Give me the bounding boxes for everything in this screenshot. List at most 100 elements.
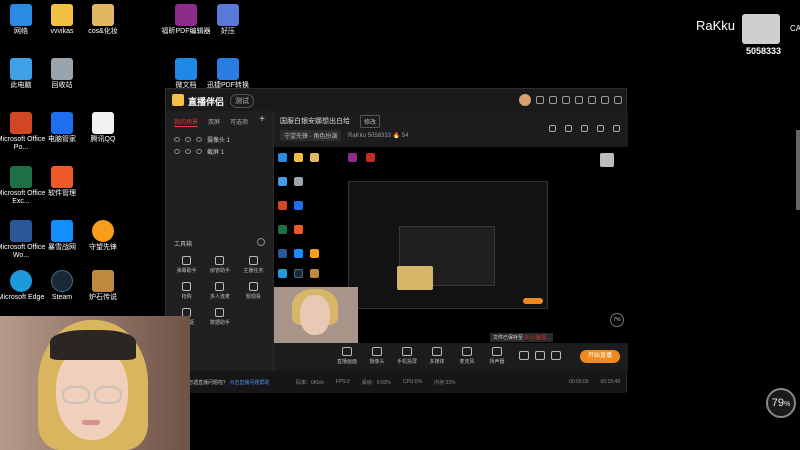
tool-label: 主播任务 [243,268,264,274]
desktop-icon-label: 软件管理 [48,190,76,197]
tab-dual-screen[interactable]: 双屏 [208,117,220,127]
view-button[interactable] [534,351,546,362]
bell-icon[interactable] [597,125,604,132]
preview-desktop-icon [294,153,303,162]
desktop-icon-pdf-convert[interactable]: 迅捷PDF转换 [203,58,253,90]
save-tooltip: 文件已保存至 D:\斗鱼视... [490,333,553,342]
settings-button[interactable] [550,351,562,362]
eye-icon[interactable] [174,148,180,154]
desktop-icon-software-manager[interactable]: 软件管理 [37,166,87,198]
tool-label: 房管助手 [209,268,230,274]
room-header: 国服白银安娜想出白给 修改 守望先锋 · 角色扮演 RaKku 5058333 … [274,111,628,147]
lock-icon[interactable] [565,125,572,132]
scene-item-screenshot[interactable]: 截屏 1 [166,145,273,157]
computer-icon [10,58,32,80]
network-icon [10,4,32,26]
desktop-icon-qq[interactable]: 腾讯QQ [78,112,128,144]
settings-icon[interactable] [562,96,570,104]
save-tip-path[interactable]: D:\斗鱼视... [524,335,550,341]
tool-anchor-tasks[interactable]: 主播任务 [237,256,270,274]
pdf-convert-icon [217,58,239,80]
phone-icon [402,347,412,356]
eye-icon[interactable] [174,136,180,142]
desktop-icon-overwatch[interactable]: 守望先锋 [78,220,128,252]
help-link[interactable]: 点击直播问题帮助 [229,380,269,386]
lock-icon[interactable] [185,136,191,142]
stat-memory: 内存:33% [434,380,456,386]
stat-fps: FPS:0 [335,379,350,385]
percent-sign: % [784,401,791,408]
tool-watch[interactable]: 题观看 [237,282,270,300]
archive-icon [217,4,239,26]
share-icon[interactable] [613,125,620,132]
preview-desktop-icon [348,153,357,162]
powerpoint-icon [10,112,32,134]
desktop-icon-cos[interactable]: cos&化妆 [78,4,128,36]
nested-start-button [523,298,543,304]
start-live-button[interactable]: 开始直播 [580,350,620,363]
anchor-name: RaKku [348,133,367,139]
lock-icon[interactable] [185,148,191,154]
tab-my-scenes[interactable]: 我的场景 [174,117,199,127]
stream-preview[interactable]: 7% [274,147,628,343]
app-name: 直播伴侣 [188,97,225,107]
add-scene-button[interactable]: + [259,115,265,127]
scene-item-camera[interactable]: 摄像头 1 [166,133,273,145]
info-icon[interactable] [257,238,265,246]
stream-timers: 00:00:00 00:16:48 [569,379,620,385]
monitor-icon [342,347,352,356]
tool-danmu-helper[interactable]: 弹幕助手 [170,256,203,274]
desktop-icon-recycle-bin[interactable]: 回收站 [37,58,87,90]
douyu-logo-icon [742,14,780,44]
document-icon [175,58,197,80]
record-icon[interactable] [581,125,588,132]
desktop-icon-label: 回收站 [51,82,73,89]
gift-icon[interactable] [549,125,556,132]
phone-cast-button[interactable]: 手机投屏 [394,347,420,365]
ctrl-label: 摄像头 [369,359,385,365]
close-icon[interactable] [614,96,622,104]
nested-cam [397,266,433,290]
preview-overlay-logo [600,153,614,167]
maximize-icon[interactable] [601,96,609,104]
tool-multi-mic[interactable]: 多人连麦 [203,282,236,300]
preview-desktop-icon [294,225,303,234]
ctrl-label: 麦克风 [459,359,475,365]
preview-desktop-icon [278,225,287,234]
shield-icon [51,112,73,134]
scene-screen-button[interactable]: 直播画面 [334,347,360,365]
message-icon[interactable] [536,96,544,104]
preview-desktop-icon [310,249,319,258]
multimedia-button[interactable]: 多媒体 [424,347,450,365]
avatar[interactable] [519,94,531,106]
camera-button[interactable]: 摄像头 [364,347,390,365]
save-tip-prefix: 文件已保存至 [493,335,524,341]
tool-shopping[interactable]: 抢购 [170,282,203,300]
desktop-icon-label: 守望先锋 [89,244,117,251]
preview-desktop-icon [278,269,287,278]
app-logo-icon [172,94,184,106]
desktop-icon-hearthstone[interactable]: 炉石传说 [78,270,128,302]
ctrl-label: 手机投屏 [396,359,417,365]
hearthstone-icon [92,270,114,292]
camera-icon [196,136,202,142]
webcam-overlay [0,316,190,450]
edit-title-button[interactable]: 修改 [360,115,381,128]
category-selector[interactable]: 守望先锋 · 角色扮演 [280,130,342,141]
tool-data-helper[interactable]: 数据助手 [203,308,236,326]
minimize-icon[interactable] [588,96,596,104]
record-video-button[interactable] [518,351,530,362]
speaker-button[interactable]: 扬声器 [484,347,510,365]
desktop-icon-haozip[interactable]: 好压 [203,4,253,36]
microphone-button[interactable]: 麦克风 [454,347,480,365]
tool-label: 多人连麦 [209,294,230,300]
tab-options[interactable]: 可选项 [230,117,248,127]
room-id-overlay: 5058333 [746,46,782,56]
shirt-icon[interactable] [549,96,557,104]
mic-icon [462,347,472,356]
preview-desktop-icon [278,177,287,186]
percent-badge[interactable]: 79% [766,388,796,418]
glasses-left [62,386,90,404]
tool-room-admin[interactable]: 房管助手 [203,256,236,274]
menu-icon[interactable] [575,96,583,104]
